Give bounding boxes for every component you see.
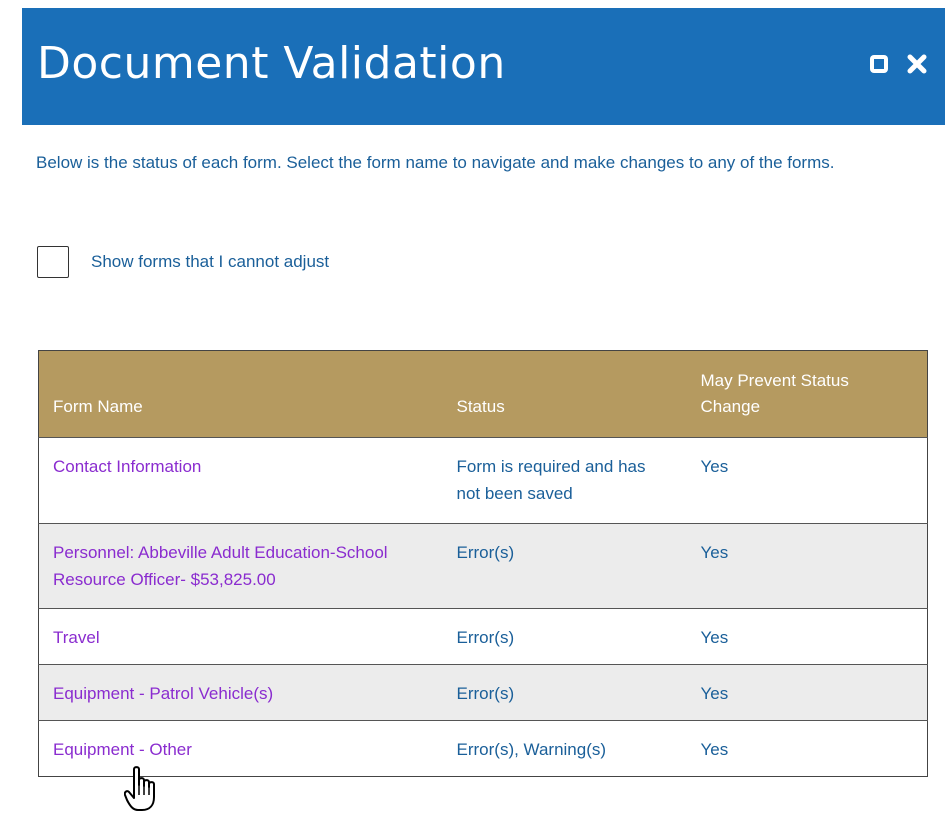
prevent-cell: Yes bbox=[686, 608, 928, 665]
show-forms-checkbox[interactable] bbox=[37, 246, 69, 278]
table-row: Equipment - Other Error(s), Warning(s) Y… bbox=[38, 720, 928, 777]
close-icon[interactable] bbox=[905, 52, 929, 76]
column-header-status: Status bbox=[442, 350, 687, 438]
table-row: Equipment - Patrol Vehicle(s) Error(s) Y… bbox=[38, 664, 928, 721]
intro-text: Below is the status of each form. Select… bbox=[36, 153, 835, 172]
table-row: Travel Error(s) Yes bbox=[38, 608, 928, 665]
table-row: Personnel: Abbeville Adult Education-Sch… bbox=[38, 523, 928, 609]
show-forms-label[interactable]: Show forms that I cannot adjust bbox=[91, 252, 329, 272]
prevent-cell: Yes bbox=[686, 437, 928, 524]
prevent-cell: Yes bbox=[686, 720, 928, 777]
form-link[interactable]: Contact Information bbox=[53, 457, 201, 476]
column-header-may-prevent: May Prevent Status Change bbox=[686, 350, 928, 438]
prevent-cell: Yes bbox=[686, 523, 928, 609]
status-cell: Error(s) bbox=[442, 608, 687, 665]
form-link[interactable]: Travel bbox=[53, 628, 100, 647]
hand-cursor-icon bbox=[123, 765, 166, 818]
status-cell: Error(s), Warning(s) bbox=[442, 720, 687, 777]
status-cell: Error(s) bbox=[442, 664, 687, 721]
status-cell: Form is required and has not been saved bbox=[442, 437, 687, 524]
show-forms-option: Show forms that I cannot adjust bbox=[37, 246, 329, 278]
status-cell: Error(s) bbox=[442, 523, 687, 609]
form-link[interactable]: Personnel: Abbeville Adult Education-Sch… bbox=[53, 543, 388, 589]
prevent-cell: Yes bbox=[686, 664, 928, 721]
table-row: Contact Information Form is required and… bbox=[38, 437, 928, 524]
titlebar-controls bbox=[867, 52, 929, 76]
form-link[interactable]: Equipment - Patrol Vehicle(s) bbox=[53, 684, 273, 703]
form-link[interactable]: Equipment - Other bbox=[53, 740, 192, 759]
forms-table: Form Name Status May Prevent Status Chan… bbox=[38, 350, 928, 777]
dialog-title: Document Validation bbox=[37, 38, 506, 89]
restore-icon[interactable] bbox=[867, 52, 891, 76]
table-header-row: Form Name Status May Prevent Status Chan… bbox=[38, 350, 928, 438]
column-header-form-name: Form Name bbox=[38, 350, 443, 438]
dialog-titlebar: Document Validation bbox=[22, 8, 945, 125]
